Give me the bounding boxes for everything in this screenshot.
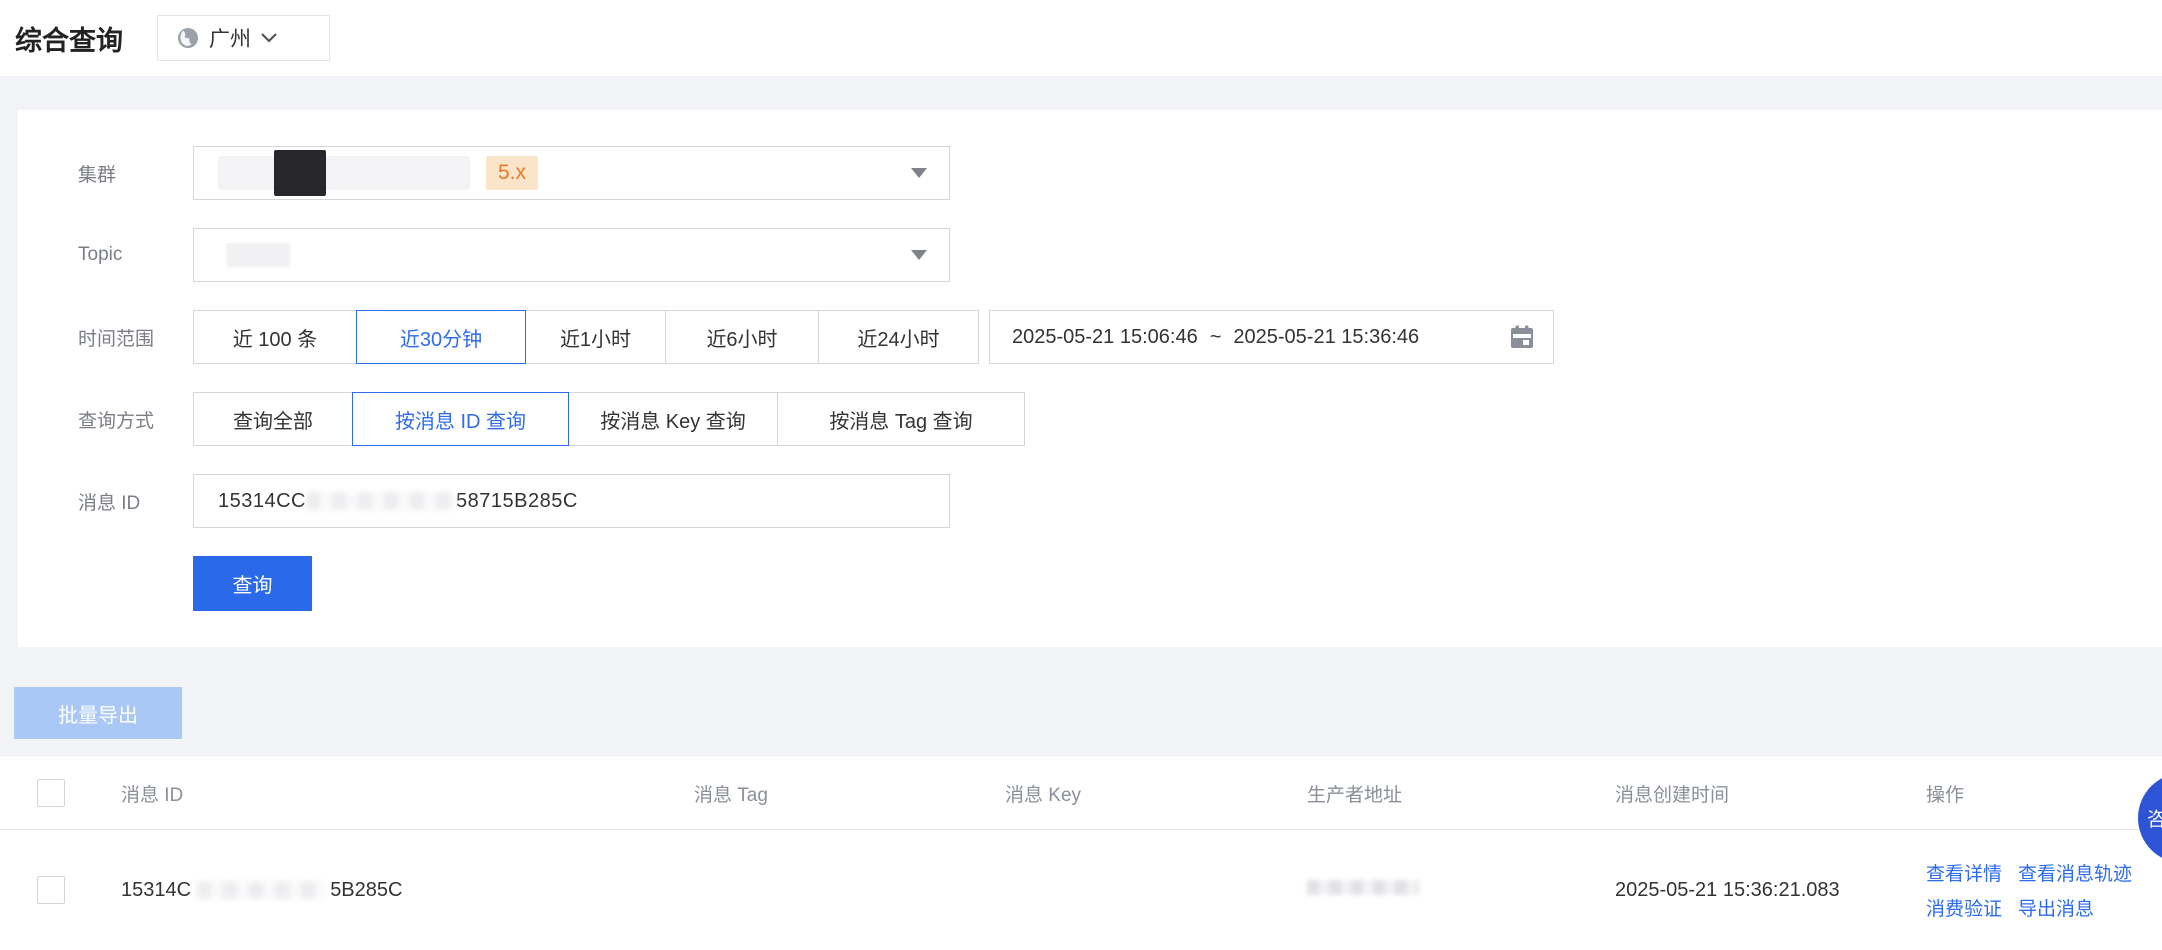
header-created-time: 消息创建时间	[1615, 780, 1926, 807]
topic-label: Topic	[18, 244, 193, 266]
message-id-label: 消息 ID	[18, 488, 193, 515]
cluster-row: 集群 5.x	[18, 146, 2162, 200]
table-row: 15314C 5B285C 2025-05-21 15:36:21.083 查看…	[0, 830, 2162, 950]
mode-option-query-all[interactable]: 查询全部	[193, 392, 353, 446]
page-title: 综合查询	[15, 19, 123, 58]
date-range-separator: ~	[1210, 326, 1222, 349]
view-message-trace-link[interactable]: 查看消息轨迹	[2018, 859, 2132, 886]
message-id-input[interactable]: 15314CC 58715B285C	[193, 474, 950, 528]
header-message-id: 消息 ID	[121, 780, 694, 807]
row-select-cell	[0, 876, 121, 904]
page-header: 综合查询 广州	[0, 0, 2162, 76]
time-option-last-6h[interactable]: 近6小时	[665, 310, 819, 364]
table-header-row: 消息 ID 消息 Tag 消息 Key 生产者地址 消息创建时间 操作	[0, 757, 2162, 830]
consult-label: 咨	[2147, 805, 2162, 832]
redacted-topic-name	[226, 243, 290, 267]
dropdown-arrow-icon	[911, 250, 927, 260]
query-submit-button[interactable]: 查询	[193, 556, 312, 611]
time-option-last-1h[interactable]: 近1小时	[525, 310, 666, 364]
date-range-end: 2025-05-21 15:36:46	[1233, 326, 1419, 349]
mode-option-by-message-key[interactable]: 按消息 Key 查询	[568, 392, 778, 446]
header-message-key: 消息 Key	[1005, 780, 1307, 807]
cell-created-time: 2025-05-21 15:36:21.083	[1615, 879, 1926, 902]
chevron-down-icon	[260, 32, 278, 44]
topic-row: Topic	[18, 228, 2162, 282]
cell-operations: 查看详情 查看消息轨迹 消费验证 导出消息	[1926, 859, 2162, 921]
row-message-id-suffix: 5B285C	[330, 879, 402, 901]
consume-verify-link[interactable]: 消费验证	[1926, 894, 2002, 921]
results-table: 消息 ID 消息 Tag 消息 Key 生产者地址 消息创建时间 操作 1531…	[0, 757, 2162, 950]
cluster-select[interactable]: 5.x	[193, 146, 950, 200]
select-all-checkbox[interactable]	[37, 779, 65, 807]
date-range-picker[interactable]: 2025-05-21 15:06:46 ~ 2025-05-21 15:36:4…	[989, 310, 1554, 364]
view-details-link[interactable]: 查看详情	[1926, 859, 2002, 886]
cluster-version-badge: 5.x	[486, 156, 538, 190]
query-form-panel: 集群 5.x Topic 时间范围 近 100 条 近30分钟 近1小时 近6小…	[18, 110, 2162, 647]
redacted-row-message-id-middle	[197, 881, 325, 899]
globe-icon	[176, 26, 200, 50]
message-id-row: 消息 ID 15314CC 58715B285C	[18, 474, 2162, 528]
header-operations: 操作	[1926, 780, 2162, 807]
region-selector[interactable]: 广州	[157, 15, 330, 61]
export-message-link[interactable]: 导出消息	[2018, 894, 2094, 921]
query-mode-label: 查询方式	[18, 406, 193, 433]
time-option-last-30min[interactable]: 近30分钟	[356, 310, 526, 364]
time-option-last-100[interactable]: 近 100 条	[193, 310, 357, 364]
cell-producer-address	[1307, 880, 1615, 900]
time-range-label: 时间范围	[18, 324, 193, 351]
time-range-row: 时间范围 近 100 条 近30分钟 近1小时 近6小时 近24小时 2025-…	[18, 310, 2162, 364]
mode-option-by-message-tag[interactable]: 按消息 Tag 查询	[777, 392, 1025, 446]
date-range-start: 2025-05-21 15:06:46	[1012, 326, 1198, 349]
message-id-value-suffix: 58715B285C	[456, 490, 578, 513]
select-all-cell	[0, 779, 121, 807]
row-message-id-prefix: 15314C	[121, 879, 191, 901]
mode-option-by-message-id[interactable]: 按消息 ID 查询	[352, 392, 569, 446]
topic-select[interactable]	[193, 228, 950, 282]
redacted-message-id-middle	[306, 492, 456, 510]
redacted-producer-address	[1307, 880, 1419, 895]
cluster-label: 集群	[18, 160, 193, 187]
header-producer-address: 生产者地址	[1307, 780, 1615, 807]
redacted-cluster-name	[218, 156, 470, 190]
region-label: 广州	[209, 23, 251, 53]
calendar-icon[interactable]	[1509, 324, 1535, 350]
header-message-tag: 消息 Tag	[694, 780, 1005, 807]
cell-message-id: 15314C 5B285C	[121, 879, 694, 902]
row-checkbox[interactable]	[37, 876, 65, 904]
submit-row: 查询	[18, 556, 2162, 611]
time-range-options: 近 100 条 近30分钟 近1小时 近6小时 近24小时	[193, 310, 979, 364]
dropdown-arrow-icon	[911, 168, 927, 178]
query-mode-row: 查询方式 查询全部 按消息 ID 查询 按消息 Key 查询 按消息 Tag 查…	[18, 392, 2162, 446]
batch-export-button[interactable]: 批量导出	[14, 687, 182, 739]
query-mode-options: 查询全部 按消息 ID 查询 按消息 Key 查询 按消息 Tag 查询	[193, 392, 1025, 446]
time-option-last-24h[interactable]: 近24小时	[818, 310, 979, 364]
message-id-value-prefix: 15314CC	[218, 490, 306, 513]
